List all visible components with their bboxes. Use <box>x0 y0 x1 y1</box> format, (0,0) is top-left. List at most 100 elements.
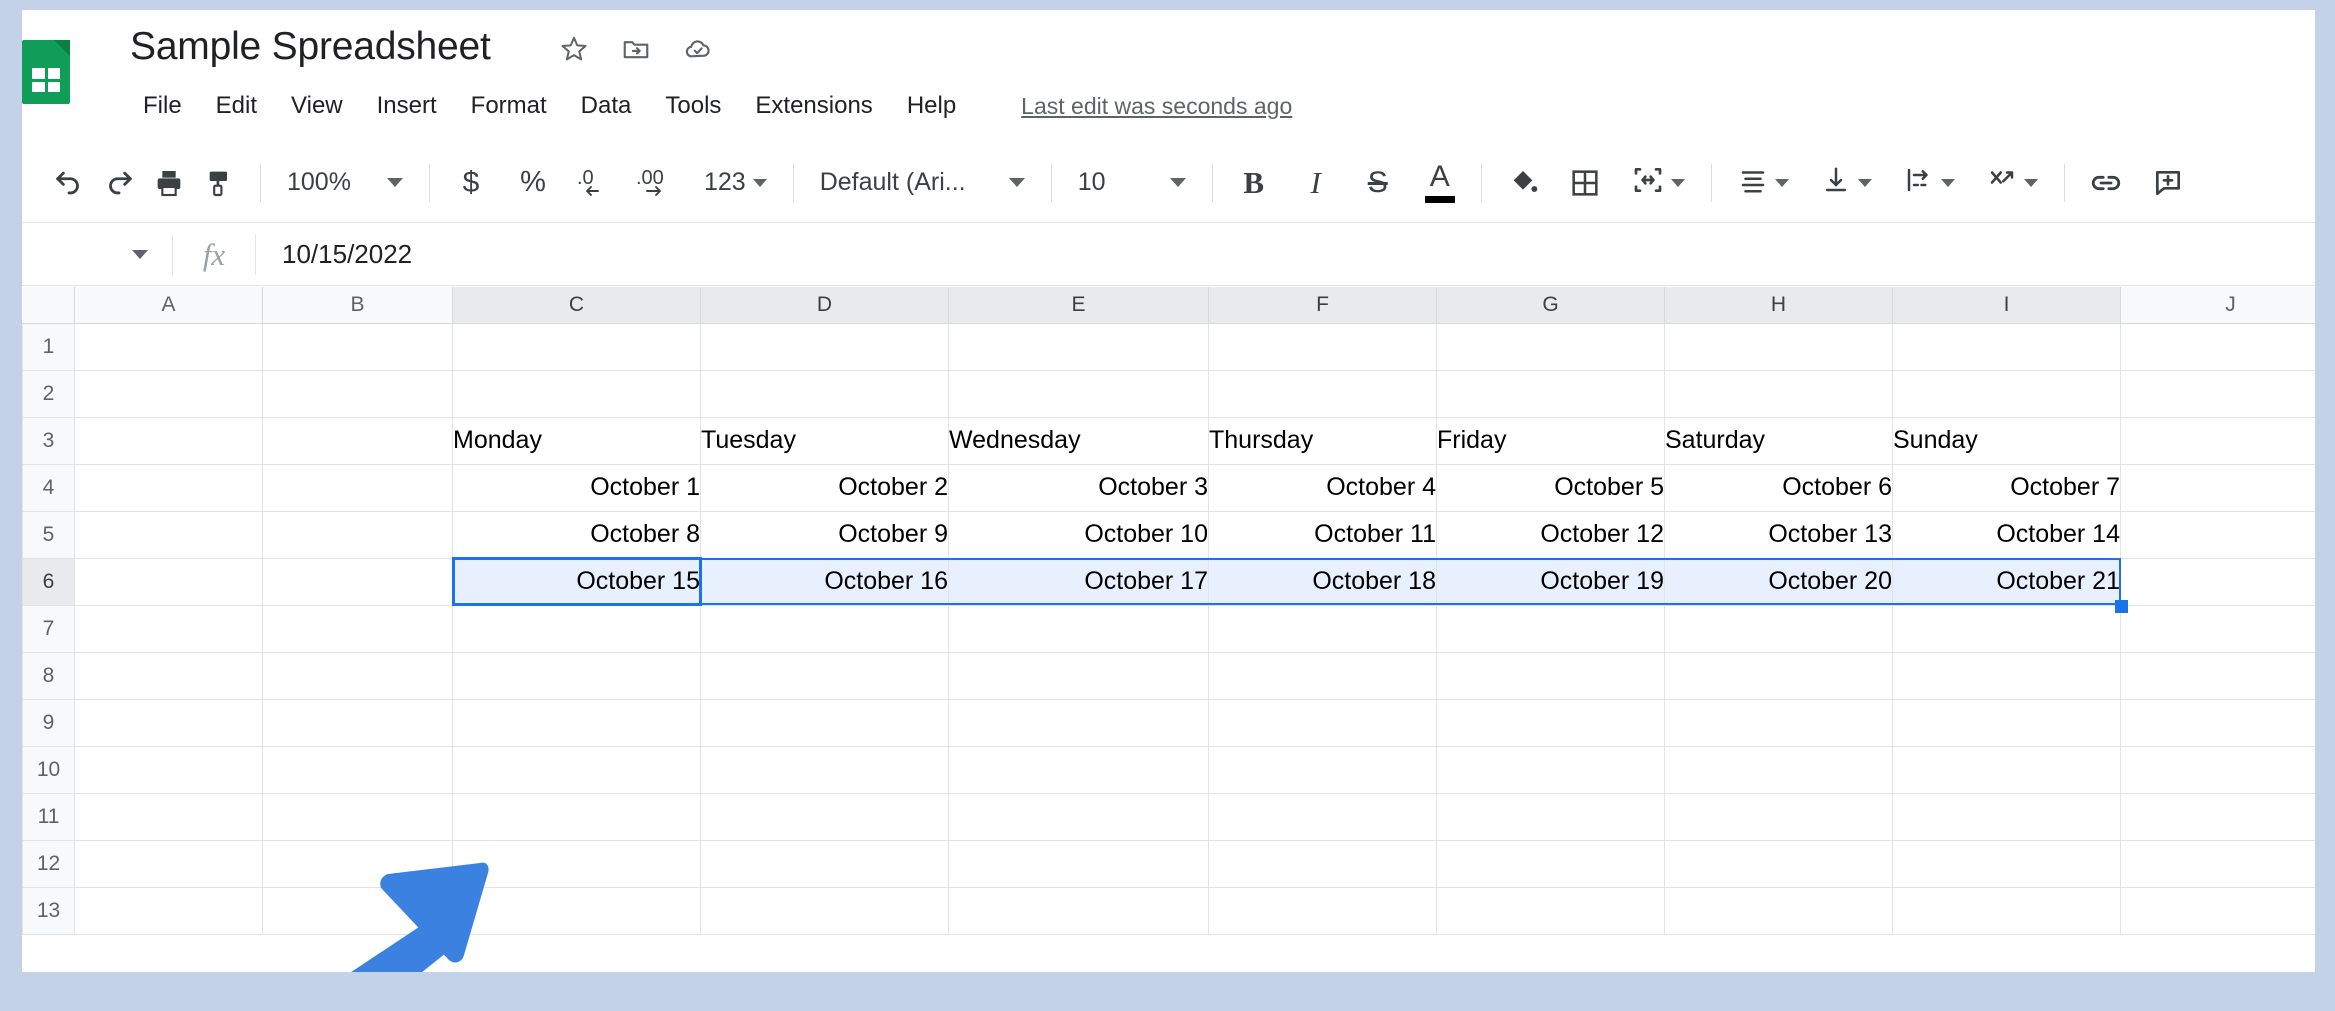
cell-B5[interactable] <box>262 510 453 559</box>
cell-F3[interactable]: Thursday <box>1208 416 1437 465</box>
column-header-d[interactable]: D <box>700 287 949 324</box>
cell-G5[interactable]: October 12 <box>1436 510 1665 559</box>
cell-B3[interactable] <box>262 416 453 465</box>
cell-F8[interactable] <box>1208 651 1437 700</box>
cell-J11[interactable] <box>2120 792 2315 841</box>
cell-B12[interactable] <box>262 839 453 888</box>
row-header-2[interactable]: 2 <box>22 369 75 418</box>
row-header-8[interactable]: 8 <box>22 651 75 700</box>
vertical-align-control[interactable] <box>1811 158 1882 208</box>
cell-D10[interactable] <box>700 745 949 794</box>
cell-H13[interactable] <box>1664 886 1893 935</box>
row-header-7[interactable]: 7 <box>22 604 75 653</box>
text-wrapping-control[interactable] <box>1894 158 1965 208</box>
menu-item-edit[interactable]: Edit <box>199 88 274 124</box>
cell-A13[interactable] <box>74 886 263 935</box>
column-header-f[interactable]: F <box>1208 287 1437 324</box>
cell-B7[interactable] <box>262 604 453 653</box>
cell-E10[interactable] <box>948 745 1209 794</box>
cell-A5[interactable] <box>74 510 263 559</box>
star-icon[interactable] <box>557 32 591 66</box>
cell-G3[interactable]: Friday <box>1436 416 1665 465</box>
cell-J7[interactable] <box>2120 604 2315 653</box>
column-header-j[interactable]: J <box>2120 287 2315 324</box>
column-header-c[interactable]: C <box>452 287 701 324</box>
cell-C2[interactable] <box>452 369 701 418</box>
cell-H11[interactable] <box>1664 792 1893 841</box>
cell-E4[interactable]: October 3 <box>948 463 1209 512</box>
cell-G10[interactable] <box>1436 745 1665 794</box>
cell-C12[interactable] <box>452 839 701 888</box>
cell-I9[interactable] <box>1892 698 2121 747</box>
cell-I1[interactable] <box>1892 322 2121 371</box>
cell-E11[interactable] <box>948 792 1209 841</box>
cell-G1[interactable] <box>1436 322 1665 371</box>
cell-G13[interactable] <box>1436 886 1665 935</box>
cell-J10[interactable] <box>2120 745 2315 794</box>
cell-B9[interactable] <box>262 698 453 747</box>
cell-I6[interactable]: October 21 <box>1892 557 2121 606</box>
cell-D12[interactable] <box>700 839 949 888</box>
cell-H9[interactable] <box>1664 698 1893 747</box>
cell-B11[interactable] <box>262 792 453 841</box>
cell-D1[interactable] <box>700 322 949 371</box>
cell-D4[interactable]: October 2 <box>700 463 949 512</box>
menu-item-format[interactable]: Format <box>454 88 564 124</box>
cell-E5[interactable]: October 10 <box>948 510 1209 559</box>
cell-F9[interactable] <box>1208 698 1437 747</box>
row-header-9[interactable]: 9 <box>22 698 75 747</box>
cell-J1[interactable] <box>2120 322 2315 371</box>
cell-D11[interactable] <box>700 792 949 841</box>
borders-icon[interactable] <box>1560 158 1610 208</box>
cell-A12[interactable] <box>74 839 263 888</box>
row-header-6[interactable]: 6 <box>22 557 75 606</box>
cell-G12[interactable] <box>1436 839 1665 888</box>
cell-J8[interactable] <box>2120 651 2315 700</box>
cell-A4[interactable] <box>74 463 263 512</box>
redo-icon[interactable] <box>94 158 144 208</box>
text-rotation-control[interactable] <box>1977 158 2048 208</box>
column-header-e[interactable]: E <box>948 287 1209 324</box>
cell-H1[interactable] <box>1664 322 1893 371</box>
cell-D13[interactable] <box>700 886 949 935</box>
cell-J6[interactable] <box>2120 557 2315 606</box>
insert-comment-icon[interactable] <box>2143 158 2193 208</box>
cell-E7[interactable] <box>948 604 1209 653</box>
formula-input[interactable]: 10/15/2022 <box>256 224 2315 285</box>
percent-format-button[interactable]: % <box>508 158 558 208</box>
column-header-g[interactable]: G <box>1436 287 1665 324</box>
cell-F1[interactable] <box>1208 322 1437 371</box>
cell-H3[interactable]: Saturday <box>1664 416 1893 465</box>
paint-format-icon[interactable] <box>194 158 244 208</box>
cell-F4[interactable]: October 4 <box>1208 463 1437 512</box>
insert-link-icon[interactable] <box>2081 158 2131 208</box>
cell-B10[interactable] <box>262 745 453 794</box>
cell-G8[interactable] <box>1436 651 1665 700</box>
cell-H12[interactable] <box>1664 839 1893 888</box>
cell-C13[interactable] <box>452 886 701 935</box>
cell-A2[interactable] <box>74 369 263 418</box>
name-box[interactable]: 6 <box>22 224 172 285</box>
cell-E9[interactable] <box>948 698 1209 747</box>
cell-I5[interactable]: October 14 <box>1892 510 2121 559</box>
cell-I4[interactable]: October 7 <box>1892 463 2121 512</box>
text-color-button[interactable]: A <box>1415 158 1465 208</box>
cell-G7[interactable] <box>1436 604 1665 653</box>
cell-I10[interactable] <box>1892 745 2121 794</box>
cell-B4[interactable] <box>262 463 453 512</box>
cell-C5[interactable]: October 8 <box>452 510 701 559</box>
cell-C1[interactable] <box>452 322 701 371</box>
cell-C8[interactable] <box>452 651 701 700</box>
cell-G11[interactable] <box>1436 792 1665 841</box>
menu-item-file[interactable]: File <box>126 88 199 124</box>
cell-B2[interactable] <box>262 369 453 418</box>
cell-C4[interactable]: October 1 <box>452 463 701 512</box>
cell-C11[interactable] <box>452 792 701 841</box>
cell-H10[interactable] <box>1664 745 1893 794</box>
cell-J5[interactable] <box>2120 510 2315 559</box>
cell-A7[interactable] <box>74 604 263 653</box>
document-title[interactable]: Sample Spreadsheet <box>130 25 491 69</box>
row-header-3[interactable]: 3 <box>22 416 75 465</box>
cell-G2[interactable] <box>1436 369 1665 418</box>
cell-G4[interactable]: October 5 <box>1436 463 1665 512</box>
